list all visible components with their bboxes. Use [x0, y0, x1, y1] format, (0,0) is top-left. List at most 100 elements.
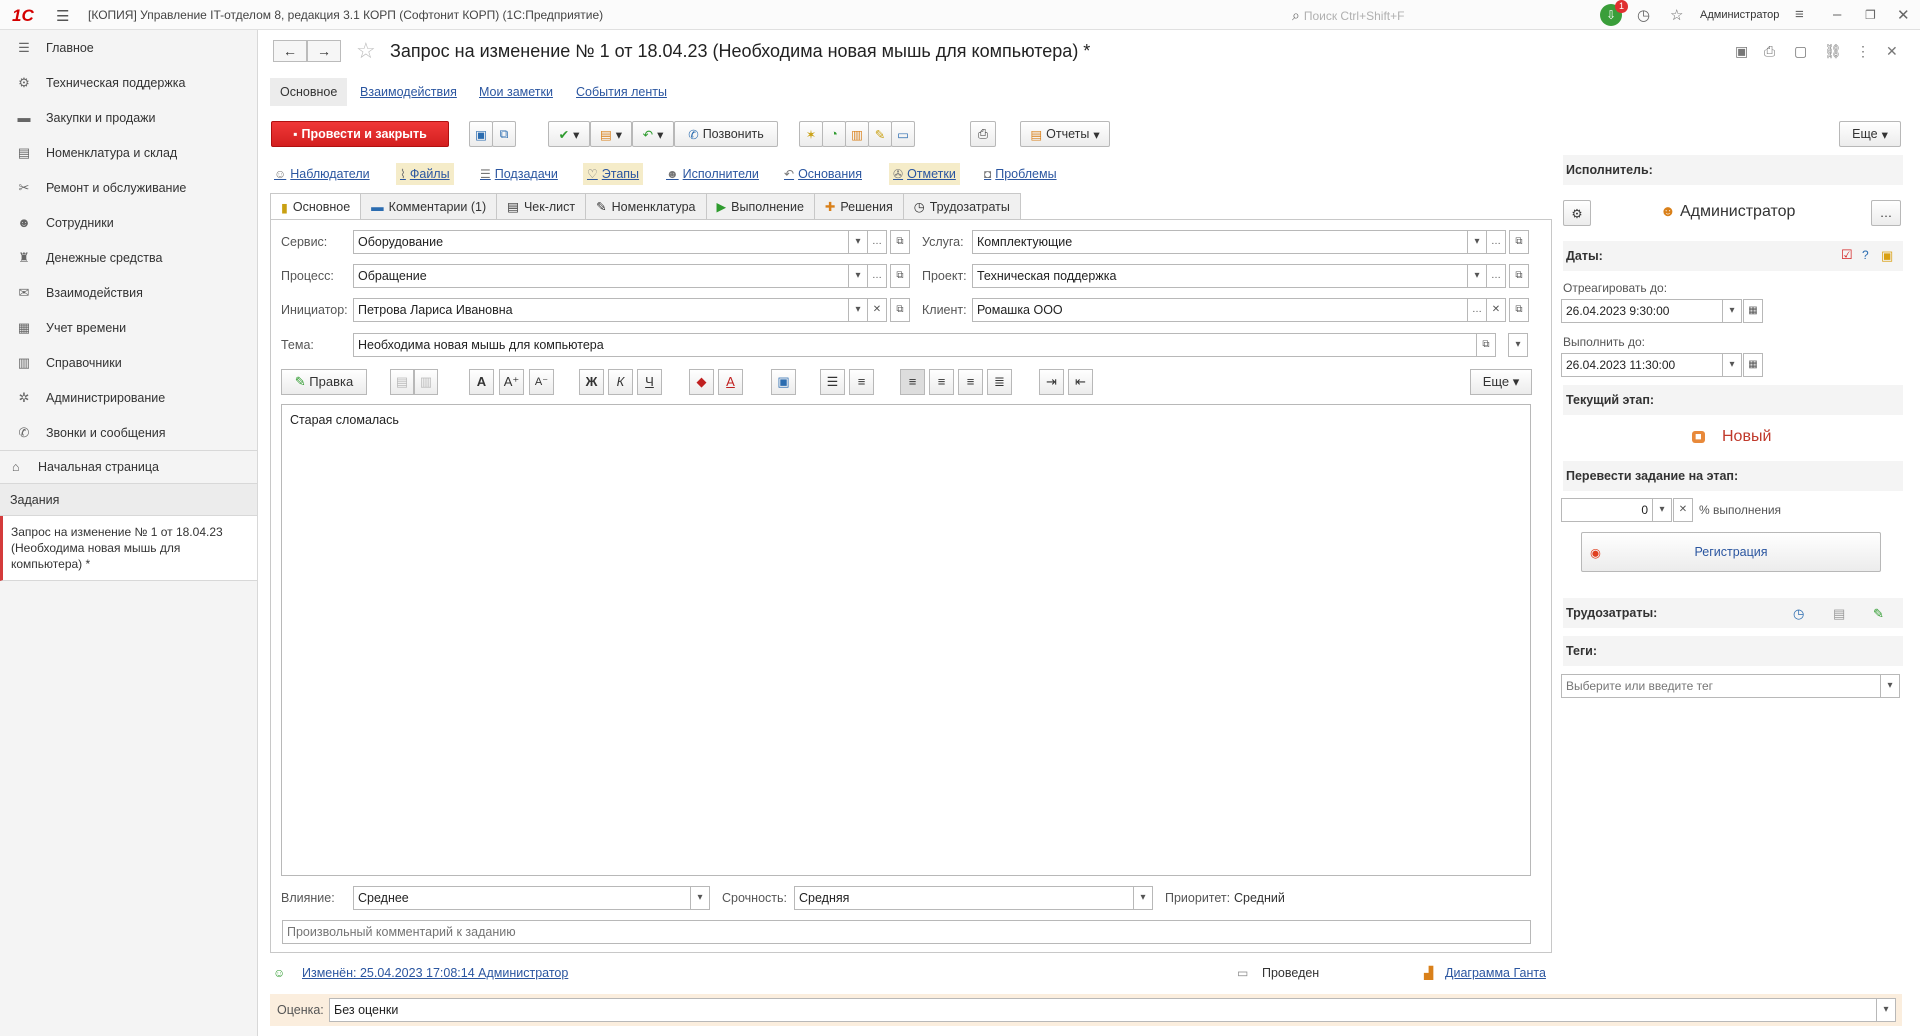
executor-select-button[interactable]: ⚙ [1563, 200, 1591, 226]
usluga-open-icon[interactable]: ⧉ [1509, 230, 1529, 254]
print-button[interactable]: ⎙ [970, 121, 996, 147]
subtab-notes[interactable]: Мои заметки [479, 78, 553, 106]
subtab-feed[interactable]: События ленты [576, 78, 667, 106]
link-problems[interactable]: ◘ Проблемы [984, 163, 1057, 185]
link-executors[interactable]: ☻ Исполнители [666, 163, 759, 185]
client-field[interactable]: Ромашка ООО [972, 298, 1468, 322]
forward-button[interactable]: → [307, 40, 341, 62]
impact-dropdown-button[interactable]: ▾ [690, 886, 710, 910]
tab-checklist[interactable]: ▤ Чек-лист [496, 193, 587, 219]
description-editor[interactable]: Старая сломалась [281, 404, 1531, 876]
initiator-clear-button[interactable]: ✕ [867, 298, 887, 322]
link-observers[interactable]: ☺ Наблюдатели [274, 163, 370, 185]
chat-button[interactable]: ◔ [822, 121, 846, 147]
executor-name[interactable]: Администратор [1680, 203, 1795, 221]
numbered-list-button[interactable]: ≡ [849, 369, 874, 395]
align-left-button[interactable]: ≡ [900, 369, 925, 395]
topic-field[interactable]: Необходима новая мышь для компьютера [353, 333, 1477, 357]
text-color-button[interactable]: A [718, 369, 743, 395]
subtab-main[interactable]: Основное [270, 78, 348, 106]
process-open-icon[interactable]: ⧉ [890, 264, 910, 288]
link-bases[interactable]: ↶ Основания [784, 163, 862, 185]
note-icon[interactable]: ▣ [1881, 248, 1893, 264]
sidebar-item-references[interactable]: ▥ Справочники [0, 345, 257, 380]
align-center-button[interactable]: ≡ [929, 369, 954, 395]
sidebar-item-nomenclature[interactable]: ▤ Номенклатура и склад [0, 135, 257, 170]
close-icon[interactable]: ✕ [1897, 6, 1910, 24]
insert-image-button[interactable]: ▣ [771, 369, 796, 395]
print-icon[interactable]: ⎙ [1764, 43, 1775, 60]
align-right-button[interactable]: ≡ [958, 369, 983, 395]
sidebar-item-purchases[interactable]: ▬ Закупки и продажи [0, 100, 257, 135]
history-icon[interactable]: ◷ [1637, 6, 1650, 24]
rating-dropdown-button[interactable]: ▾ [1876, 998, 1896, 1022]
link-icon[interactable]: ⛓ [1824, 43, 1842, 60]
timer-add-icon[interactable]: ◷ [1793, 606, 1804, 622]
menu-icon[interactable]: ☰ [56, 7, 69, 25]
message-button[interactable]: ▭ [891, 121, 915, 147]
minimize-icon[interactable]: – [1833, 6, 1841, 23]
done-by-calendar-icon[interactable]: ▦ [1743, 353, 1763, 377]
save-all-button[interactable]: ⧉ [492, 121, 516, 147]
gantt-link[interactable]: Диаграмма Ганта [1445, 966, 1546, 980]
initiator-dropdown-button[interactable]: ▾ [848, 298, 868, 322]
tags-dropdown-button[interactable]: ▾ [1880, 674, 1900, 698]
tab-nomenclature[interactable]: ✎ Номенклатура [585, 193, 707, 219]
call-button[interactable]: ✆ Позвонить [674, 121, 778, 147]
initiator-open-icon[interactable]: ⧉ [890, 298, 910, 322]
rating-field[interactable]: Без оценки [329, 998, 1877, 1022]
current-user[interactable]: Администратор [1700, 9, 1779, 21]
registration-button[interactable]: ◉ Регистрация [1581, 532, 1881, 572]
font-button[interactable]: A [469, 369, 494, 395]
more-button[interactable]: Еще ▾ [1839, 121, 1901, 147]
service-open-icon[interactable]: ⧉ [890, 230, 910, 254]
link-stages[interactable]: ♡ Этапы [583, 163, 644, 185]
save-button[interactable]: ▣ [469, 121, 493, 147]
reports-button[interactable]: ▤ Отчеты ▾ [1020, 121, 1110, 147]
paste-format-button[interactable]: ▥ [414, 369, 438, 395]
notifications-icon[interactable]: ⇩ 1 [1600, 0, 1628, 26]
help-icon[interactable]: ? [1862, 248, 1869, 262]
urgency-dropdown-button[interactable]: ▾ [1133, 886, 1153, 910]
usluga-field[interactable]: Комплектующие [972, 230, 1468, 254]
comment-input[interactable] [282, 920, 1531, 944]
sidebar-open-document[interactable]: Запрос на изменение № 1 от 18.04.23 (Нео… [0, 516, 257, 581]
bullet-list-button[interactable]: ☰ [820, 369, 845, 395]
favorites-icon[interactable]: ☆ [1670, 6, 1683, 24]
link-subtasks[interactable]: ☰ Подзадачи [480, 163, 558, 185]
indent-decrease-button[interactable]: ⇤ [1068, 369, 1093, 395]
react-by-dropdown-button[interactable]: ▾ [1722, 299, 1742, 323]
changed-link[interactable]: Изменён: 25.04.2023 17:08:14 Администрат… [302, 966, 568, 980]
back-button[interactable]: ← [273, 40, 307, 62]
create-based-button[interactable]: ▤ ▾ [590, 121, 632, 147]
global-search[interactable]: ⌕ Поиск Ctrl+Shift+F [1292, 7, 1404, 24]
process-choose-button[interactable]: … [867, 264, 887, 288]
indent-increase-button[interactable]: ⇥ [1039, 369, 1064, 395]
urgency-field[interactable]: Средняя [794, 886, 1134, 910]
tags-input[interactable] [1561, 674, 1881, 698]
tab-execution[interactable]: ▶ Выполнение [705, 193, 815, 219]
font-bigger-button[interactable]: A⁺ [499, 369, 524, 395]
done-by-field[interactable]: 26.04.2023 11:30:00 [1561, 353, 1723, 377]
favorite-star-icon[interactable]: ☆ [356, 38, 376, 64]
star-new-button[interactable]: ✶ [799, 121, 823, 147]
more-vert-icon[interactable]: ⋮ [1856, 43, 1870, 60]
align-justify-button[interactable]: ≣ [987, 369, 1012, 395]
service-choose-button[interactable]: … [867, 230, 887, 254]
subtab-interactions[interactable]: Взаимодействия [360, 78, 457, 106]
go-to-button[interactable]: ↶ ▾ [632, 121, 674, 147]
topic-dropdown-button[interactable]: ▾ [1508, 333, 1528, 357]
italic-button[interactable]: К [608, 369, 633, 395]
check-dropdown-button[interactable]: ✔ ▾ [548, 121, 590, 147]
executor-more-button[interactable]: … [1871, 200, 1901, 226]
percent-field[interactable]: 0 [1561, 498, 1653, 522]
project-open-icon[interactable]: ⧉ [1509, 264, 1529, 288]
settings-icon[interactable]: ≡ [1795, 6, 1804, 23]
usluga-choose-button[interactable]: … [1486, 230, 1506, 254]
bold-button[interactable]: Ж [579, 369, 604, 395]
client-clear-button[interactable]: ✕ [1486, 298, 1506, 322]
project-choose-button[interactable]: … [1486, 264, 1506, 288]
process-field[interactable]: Обращение [353, 264, 849, 288]
sidebar-item-support[interactable]: ⚙ Техническая поддержка [0, 65, 257, 100]
editor-more-button[interactable]: Еще ▾ [1470, 369, 1532, 395]
